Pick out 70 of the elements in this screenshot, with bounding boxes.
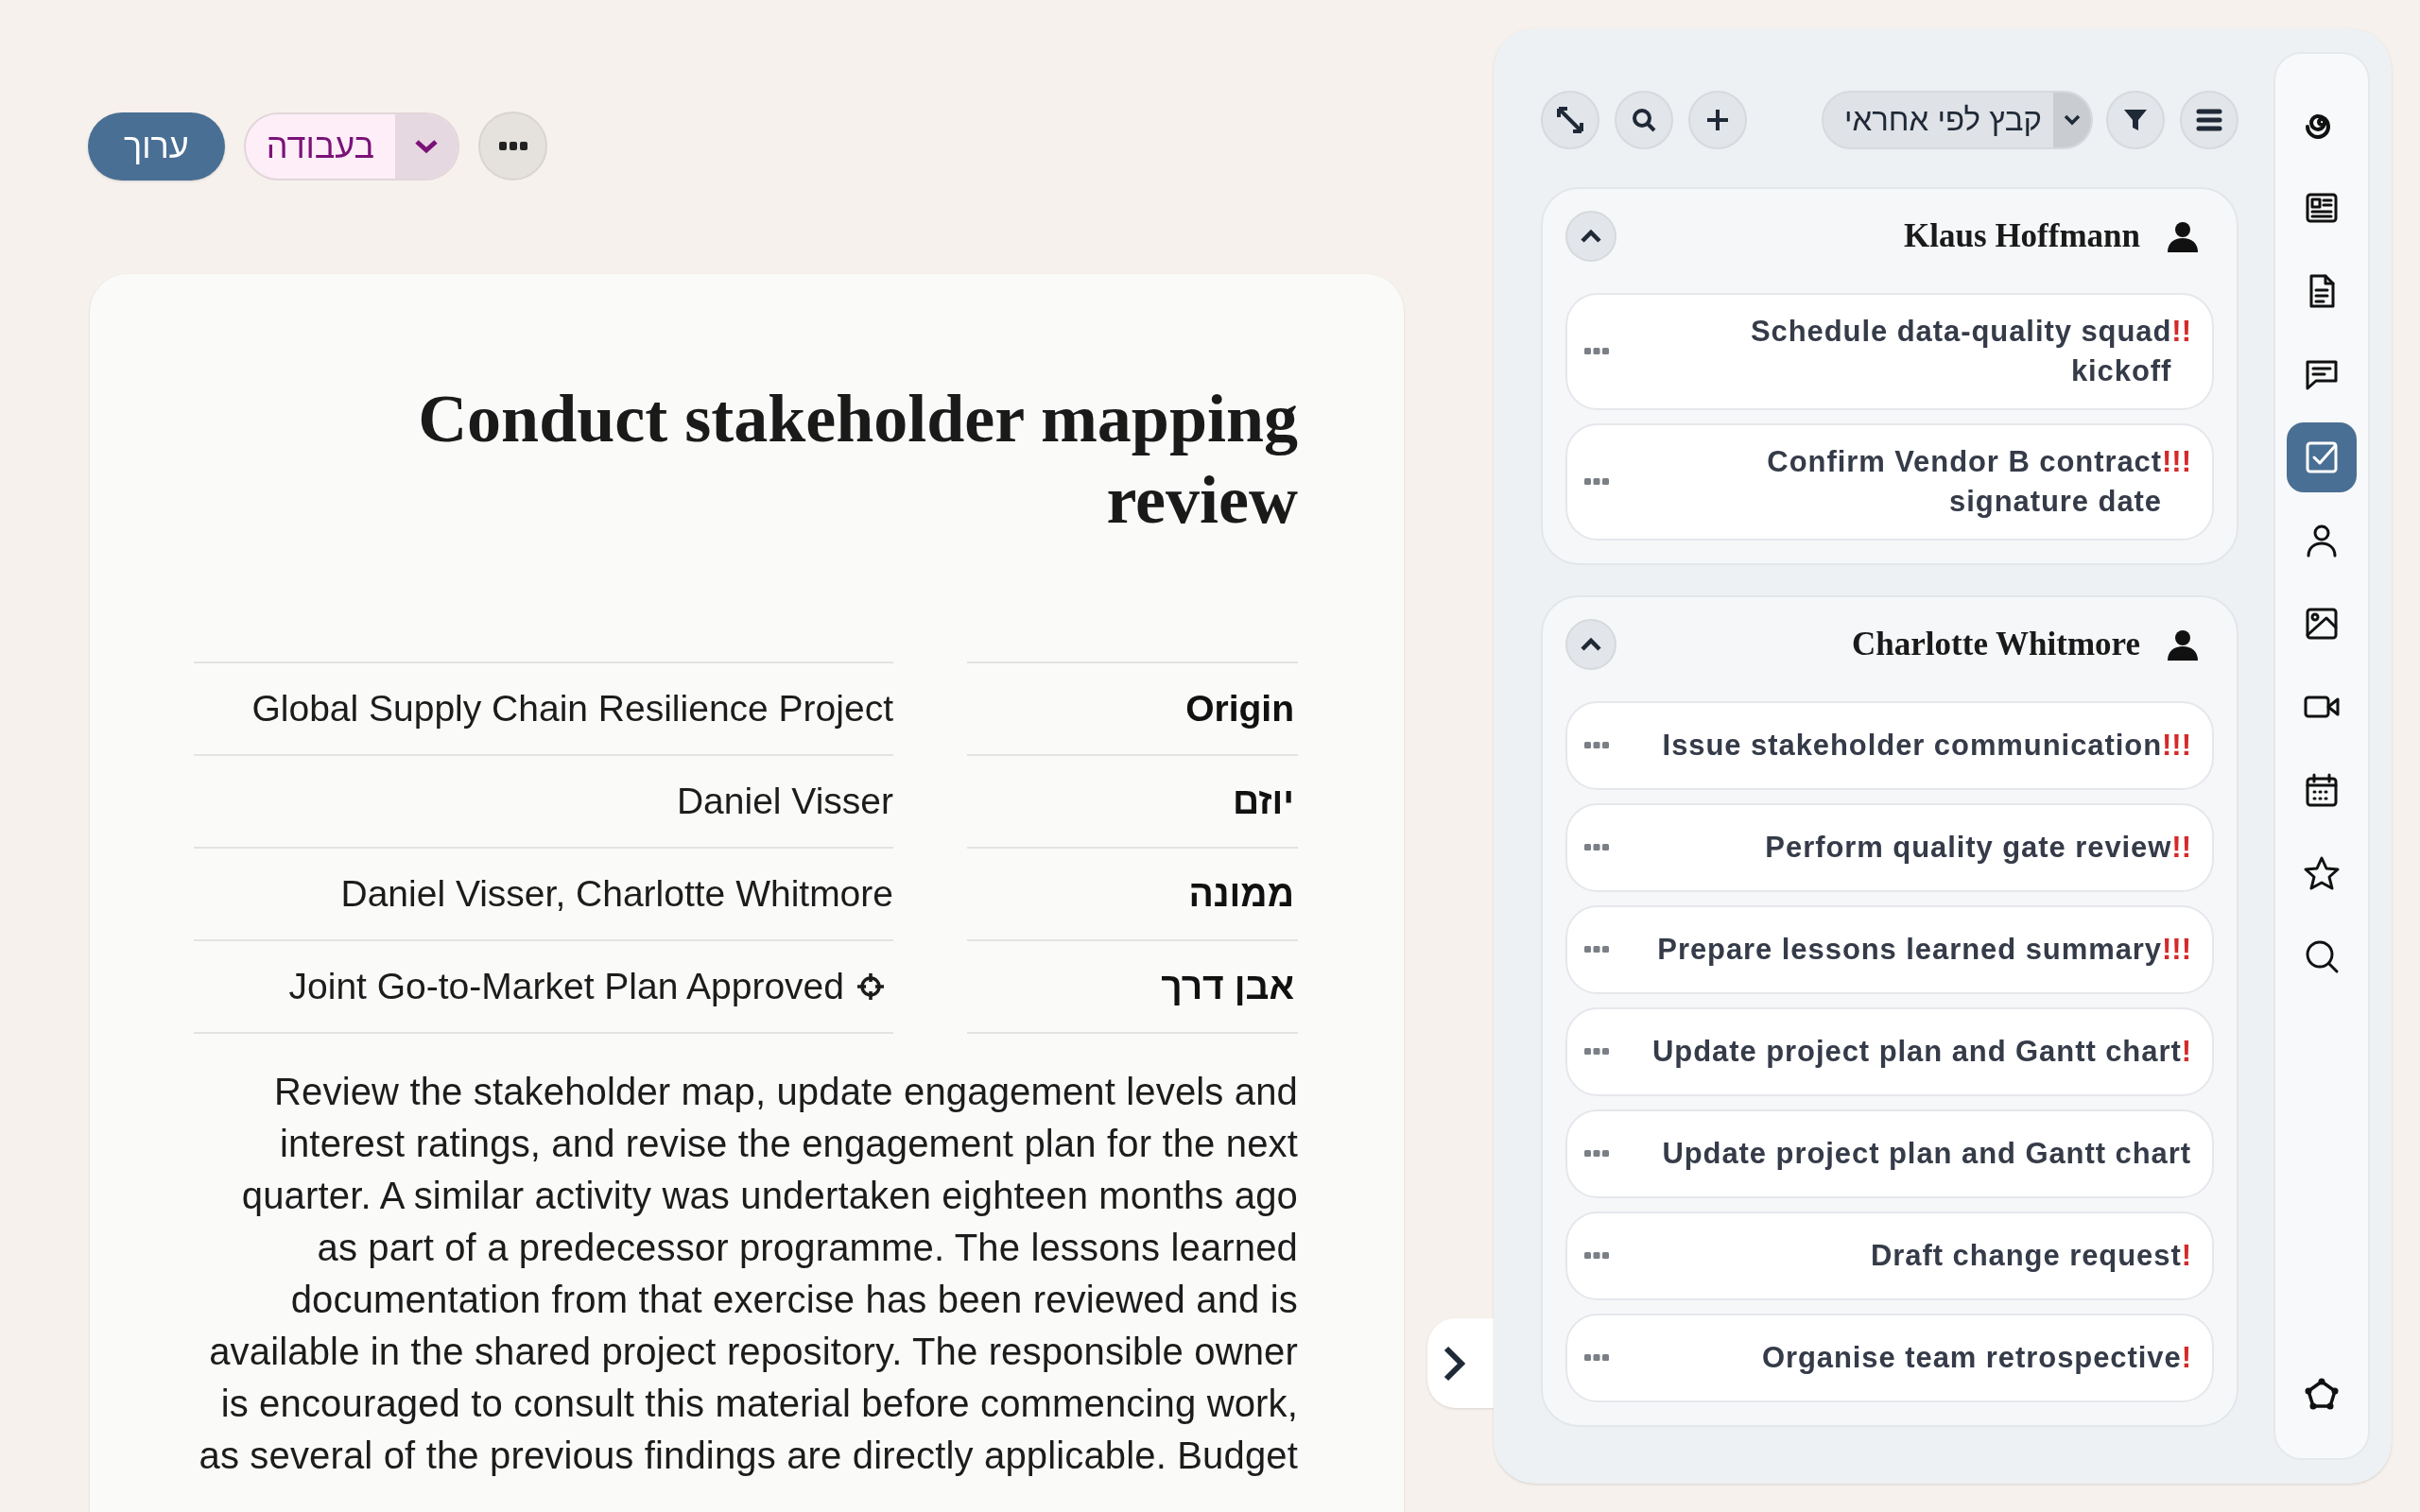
task-item[interactable]: Prepare lessons learned summary!!! [1565, 905, 2214, 994]
task-item[interactable]: Organise team retrospective! [1565, 1314, 2214, 1402]
task-title: Issue stakeholder communication [1662, 728, 2162, 764]
detail-value: Global Supply Chain Resilience Project [251, 686, 893, 730]
assignee-name: Klaus Hoffmann [1904, 215, 2140, 256]
task-item[interactable]: Perform quality gate review!! [1565, 803, 2214, 892]
more-icon [498, 141, 527, 150]
chevron-up-icon [1580, 229, 1602, 244]
more-icon[interactable] [1584, 844, 1609, 851]
task-item[interactable]: Draft change request! [1565, 1211, 2214, 1300]
task-title: Conduct stakeholder mapping review [417, 380, 1298, 540]
user-icon [2167, 628, 2199, 661]
task-item[interactable]: Update project plan and Gantt chart [1565, 1109, 2214, 1198]
detail-value: Daniel Visser [676, 779, 893, 823]
more-icon[interactable] [1584, 1354, 1609, 1362]
detail-label: ממונה [1188, 871, 1294, 916]
priority-marker: ! [2181, 1034, 2191, 1070]
priority-marker: !!! [2162, 728, 2191, 764]
plus-icon [1705, 108, 1730, 132]
task-title: Perform quality gate review [1765, 830, 2172, 866]
priority-marker: !!! [2162, 444, 2191, 480]
chevron-right-icon [1442, 1344, 1468, 1383]
more-icon[interactable] [1584, 742, 1609, 749]
priority-marker: ! [2181, 1340, 2191, 1376]
detail-value: Daniel Visser, Charlotte Whitmore [340, 871, 893, 916]
crosshair-icon [856, 971, 886, 1002]
task-description: Review the stakeholder map, update engagement levels and interest ratings, and revise the engagement plan for the next quarter. A similar activity was undertaken eighteen months ago as part of a predecessor programme. The lessons learned documentation from that exercise has been reviewed and is available in the shared project repository. The responsible owner is encouraged to consult this material before commencing work, as several of the previous findings are directly applicable. Budget [198, 1070, 1298, 1478]
menu-icon [2196, 108, 2222, 132]
more-icon[interactable] [1584, 946, 1609, 954]
user-icon [2167, 220, 2199, 252]
assignee-name: Charlotte Whitmore [1852, 624, 2140, 664]
task-title: Update project plan and Gantt chart [1662, 1136, 2191, 1172]
filter-icon [2123, 108, 2148, 132]
task-title: Confirm Vendor B contract signature date [1766, 444, 2162, 520]
priority-marker: !! [2171, 830, 2191, 866]
detail-label: Origin [1185, 686, 1294, 730]
task-item[interactable]: Issue stakeholder communication!!! [1565, 701, 2214, 790]
chevron-down-icon [2064, 114, 2081, 126]
priority-marker: !! [2171, 314, 2191, 350]
detail-value: Joint Go-to-Market Plan Approved [288, 964, 844, 1008]
edit-button[interactable]: ערוך [88, 112, 225, 180]
task-title: Update project plan and Gantt chart [1652, 1034, 2182, 1070]
collapse-toggle[interactable] [1565, 211, 1616, 262]
collapse-toggle[interactable] [1565, 619, 1616, 670]
task-item[interactable]: Confirm Vendor B contract signature date !!! [1565, 423, 2214, 541]
chevron-down-icon [414, 137, 440, 155]
priority-marker: !!! [2162, 932, 2191, 968]
more-icon[interactable] [1584, 1150, 1609, 1158]
more-icon[interactable] [1584, 1048, 1609, 1056]
expand-icon [1556, 106, 1584, 134]
detail-label: אבן דרך [1161, 964, 1294, 1008]
more-icon[interactable] [1584, 478, 1609, 486]
detail-label: יוזם [1232, 779, 1294, 823]
task-title: Organise team retrospective [1761, 1340, 2182, 1376]
task-item[interactable]: Update project plan and Gantt chart! [1565, 1007, 2214, 1096]
task-title: Schedule data-quality squad kickoff [1749, 314, 2172, 389]
group-by-label: קבץ לפי אחראי [1842, 101, 2043, 140]
status-dropdown[interactable]: בעבודה [243, 112, 460, 180]
search-icon [1632, 108, 1656, 132]
task-title: Prepare lessons learned summary [1657, 932, 2162, 968]
task-item[interactable]: Schedule data-quality squad kickoff !! [1565, 293, 2214, 410]
chevron-up-icon [1580, 637, 1602, 652]
collapse-panel-button[interactable] [1427, 1318, 1494, 1408]
more-icon[interactable] [1584, 1252, 1609, 1260]
task-title: Draft change request [1871, 1238, 2182, 1274]
group-by-dropdown[interactable]: קבץ לפי אחראי [1821, 91, 2093, 149]
star-icon [2303, 854, 2341, 892]
status-label: בעבודה [265, 125, 376, 167]
priority-marker: ! [2181, 1238, 2191, 1274]
more-icon[interactable] [1584, 348, 1609, 355]
